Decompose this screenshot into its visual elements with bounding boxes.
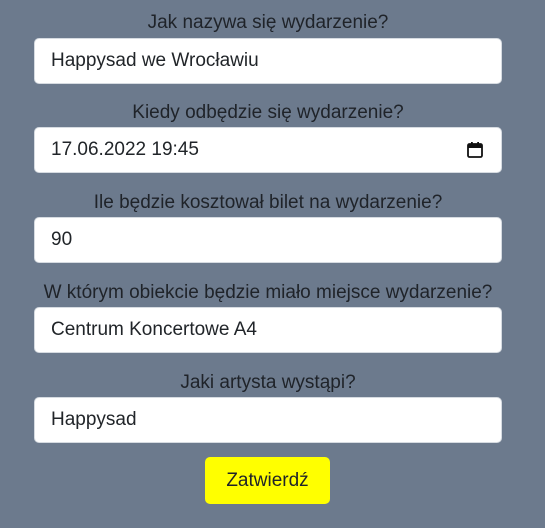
event-datetime-label: Kiedy odbędzie się wydarzenie? bbox=[132, 102, 404, 123]
artist-input[interactable] bbox=[34, 397, 502, 443]
ticket-price-label: Ile będzie kosztował bilet na wydarzenie… bbox=[93, 192, 443, 213]
artist-label: Jaki artysta wystąpi? bbox=[180, 372, 356, 393]
ticket-price-input[interactable] bbox=[34, 217, 502, 263]
submit-button[interactable]: Zatwierdź bbox=[205, 457, 330, 504]
event-name-input[interactable] bbox=[34, 38, 502, 84]
calendar-icon[interactable] bbox=[465, 140, 485, 160]
event-datetime-value: 17.06.2022 19:45 bbox=[51, 139, 199, 160]
venue-input[interactable] bbox=[34, 307, 502, 353]
venue-label: W którym obiekcie będzie miało miejsce w… bbox=[43, 282, 493, 303]
event-name-label: Jak nazywa się wydarzenie? bbox=[147, 12, 389, 33]
event-datetime-input[interactable]: 17.06.2022 19:45 bbox=[34, 127, 502, 173]
